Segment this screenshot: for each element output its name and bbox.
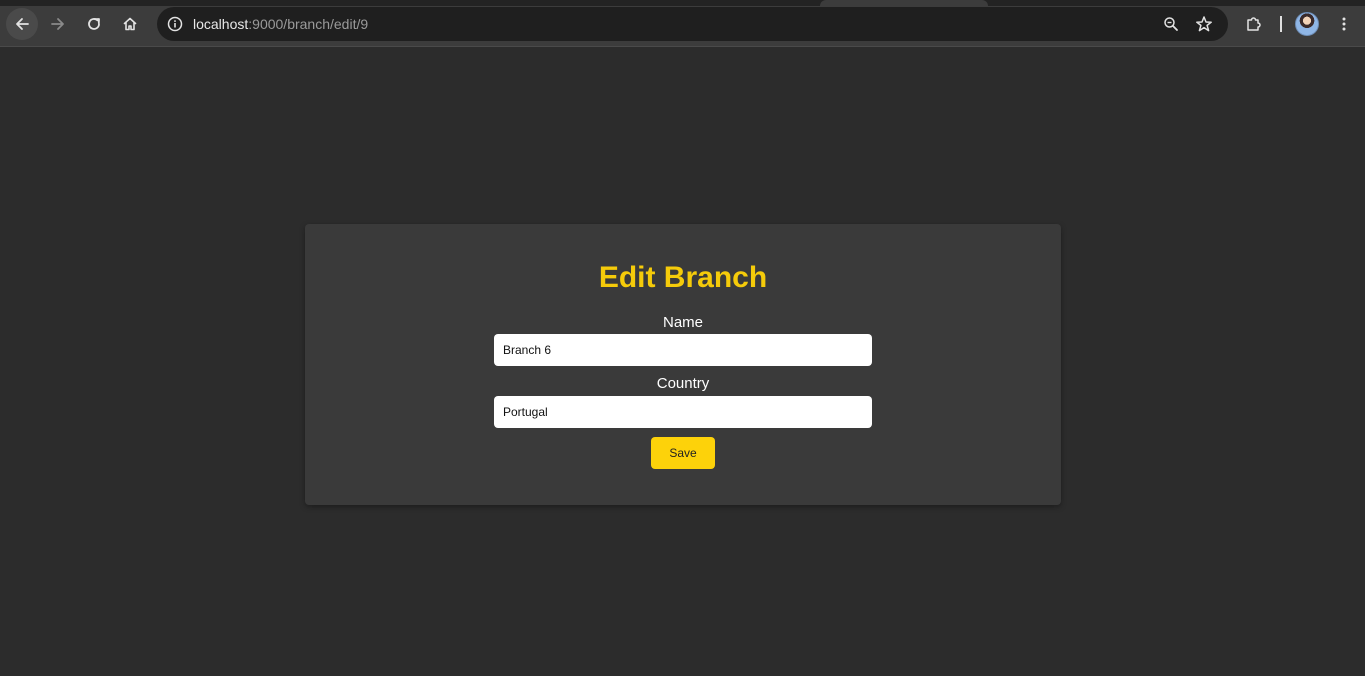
edit-branch-card: Edit Branch Name Country Save: [305, 224, 1061, 505]
home-icon: [123, 17, 137, 31]
zoom-out-icon[interactable]: [1159, 12, 1183, 36]
tab-strip: [0, 0, 1365, 6]
back-arrow-icon: [16, 18, 29, 30]
active-tab[interactable]: [820, 0, 988, 6]
url-text[interactable]: localhost:9000/branch/edit/9: [193, 16, 368, 32]
forward-button[interactable]: [42, 8, 74, 40]
country-field[interactable]: [494, 396, 872, 428]
reload-button[interactable]: [78, 8, 110, 40]
home-button[interactable]: [114, 8, 146, 40]
toolbar-divider: [1280, 16, 1282, 32]
page-content: Edit Branch Name Country Save: [0, 47, 1365, 676]
save-button[interactable]: Save: [651, 437, 715, 469]
country-label: Country: [656, 375, 710, 392]
back-button[interactable]: [6, 8, 38, 40]
name-field[interactable]: [494, 334, 872, 366]
reload-icon: [88, 18, 100, 30]
address-bar[interactable]: localhost:9000/branch/edit/9: [157, 7, 1228, 41]
url-host: localhost: [193, 16, 249, 32]
kebab-menu-icon[interactable]: [1330, 10, 1358, 38]
name-label: Name: [662, 314, 703, 331]
forward-arrow-icon: [51, 18, 64, 30]
profile-button[interactable]: [1293, 10, 1321, 38]
browser-toolbar: localhost:9000/branch/edit/9: [0, 0, 1365, 47]
star-icon[interactable]: [1192, 12, 1216, 36]
info-icon[interactable]: [163, 12, 187, 36]
url-path: :9000/branch/edit/9: [248, 16, 369, 32]
avatar: [1295, 12, 1319, 36]
page-title: Edit Branch: [598, 261, 768, 294]
puzzle-icon[interactable]: [1240, 10, 1268, 38]
